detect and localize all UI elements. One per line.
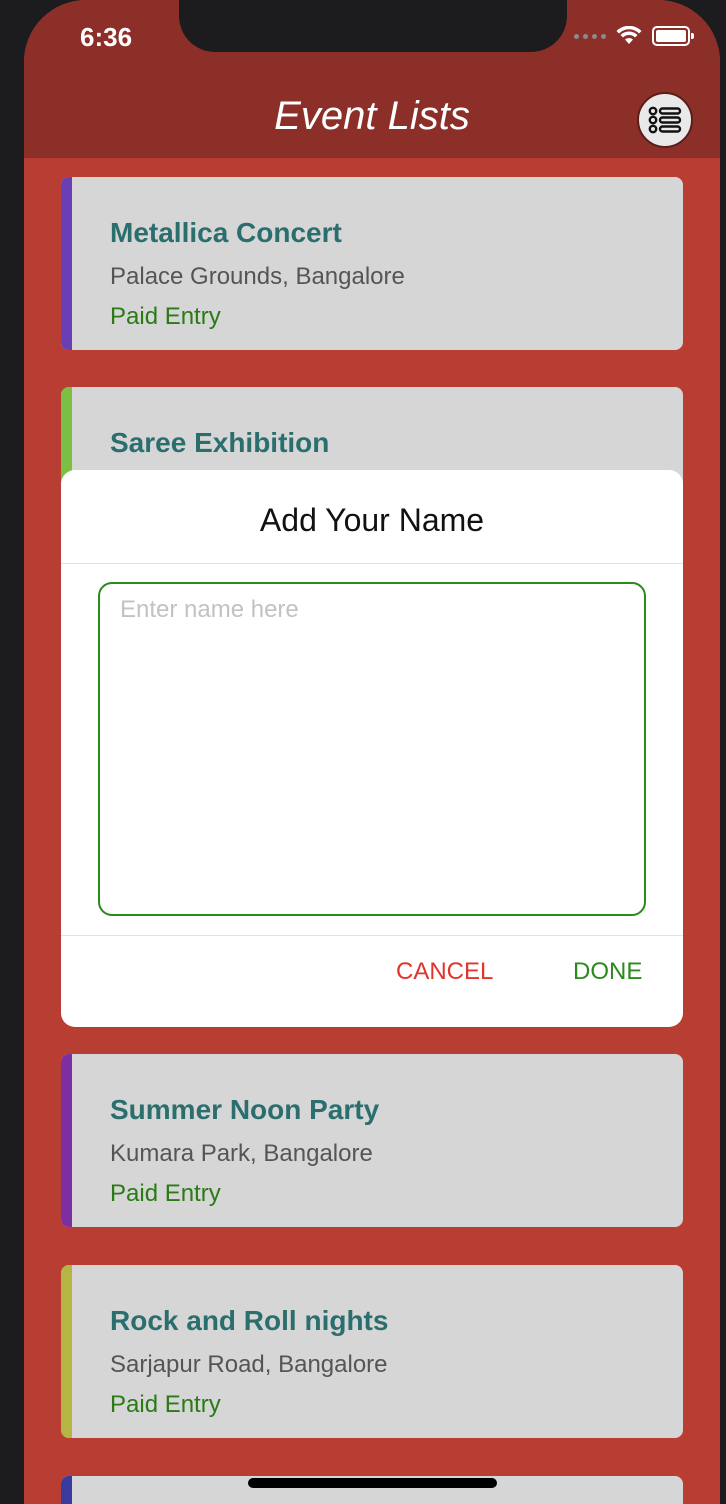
battery-icon (652, 26, 694, 46)
event-color-bar (61, 1265, 72, 1438)
list-icon (648, 106, 682, 134)
event-color-bar (61, 1054, 72, 1227)
event-name: Saree Exhibition (110, 427, 330, 458)
dialog-title: Add Your Name (259, 502, 485, 538)
event-card[interactable]: Summer Noon Party Kumara Park, Bangalore… (61, 1054, 683, 1227)
event-name: Rock and Roll nights (110, 1305, 389, 1336)
event-entry: Paid Entry (110, 1180, 221, 1207)
event-place: Sarjapur Road, Bangalore (110, 1351, 388, 1378)
event-entry: Paid Entry (110, 1391, 221, 1418)
divider (61, 935, 683, 936)
event-place: Palace Grounds, Bangalore (110, 263, 405, 290)
device-notch (179, 0, 567, 52)
home-indicator[interactable] (248, 1478, 497, 1488)
name-input[interactable]: Enter name here (98, 582, 646, 916)
event-name: Summer Noon Party (110, 1094, 380, 1125)
divider (61, 563, 683, 564)
wifi-icon (616, 26, 642, 44)
add-name-dialog: Add Your Name Enter name here CANCEL DON… (61, 470, 683, 1027)
event-place: Kumara Park, Bangalore (110, 1140, 373, 1167)
status-time: 6:36 (80, 22, 133, 52)
status-icons (574, 26, 694, 46)
done-button[interactable]: DONE (573, 958, 642, 986)
event-card[interactable]: Rock and Roll nights Sarjapur Road, Bang… (61, 1265, 683, 1438)
list-menu-button[interactable] (637, 92, 693, 148)
event-name: Metallica Concert (110, 217, 342, 248)
event-color-bar (61, 1476, 72, 1504)
app-screen: 6:36 Event Lists Metallica Concert Palac… (24, 0, 720, 1504)
page-title: Event Lists (274, 94, 470, 138)
event-color-bar (61, 177, 72, 350)
navigation-bar: 6:36 Event Lists (24, 0, 720, 158)
event-entry: Paid Entry (110, 303, 221, 330)
cancel-button[interactable]: CANCEL (396, 958, 493, 986)
cellular-signal-icon (574, 33, 606, 39)
event-card[interactable]: Metallica Concert Palace Grounds, Bangal… (61, 177, 683, 350)
